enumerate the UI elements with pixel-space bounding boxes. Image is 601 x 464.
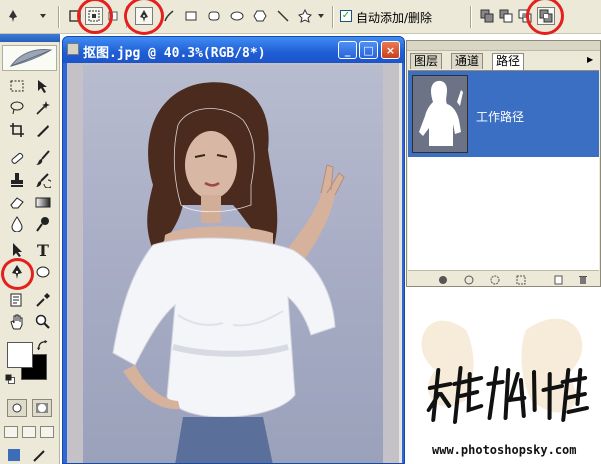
woman-in-white-blouse-photo [112,82,345,463]
dodge-tool-icon[interactable] [32,214,54,234]
tab-paths[interactable]: 路径 [492,53,525,70]
panel-footer [408,270,599,286]
panel-title-bar[interactable] [407,41,600,51]
annotation-ring-pen-tool [124,0,164,35]
tab-channels[interactable]: 通道 [451,53,484,69]
photoshop-screenshot: ✓ 自动添加/删除 T 抠图.jpg @ 40.3%(RGB/8*) _ □ ×… [0,0,601,464]
vertical-scrollbar[interactable] [399,63,402,463]
edit-in-imageready-icon[interactable] [30,446,50,464]
separator [58,6,60,28]
document-window: 抠图.jpg @ 40.3%(RGB/8*) _ □ × [62,36,405,464]
close-button[interactable]: × [381,41,400,59]
annotation-ring-exclude-mode [526,0,564,35]
photoshop-feather-logo[interactable] [2,45,57,71]
path-selection-tool-icon[interactable] [6,240,28,260]
options-bar: ✓ 自动添加/删除 [0,0,601,35]
full-screen-menu-mode-button[interactable] [22,426,36,438]
clone-stamp-tool-icon[interactable] [6,170,28,190]
jump-to-imageready-icon[interactable] [4,446,24,464]
shape-tool-icon[interactable] [32,262,54,282]
path-name: 工作路径 [476,110,525,124]
photoshop-document-icon [67,43,79,55]
watermark-area: www.photoshopsky.com [406,290,601,464]
layers-panel: 图层 通道 路径 ▶ 工作路径 [406,40,601,287]
document-title-bar[interactable]: 抠图.jpg @ 40.3%(RGB/8*) _ □ × [63,37,404,63]
delete-path-icon[interactable] [578,274,588,284]
pen-tool-preset-icon[interactable] [4,7,22,25]
path-row-work-path[interactable]: 工作路径 [408,71,599,157]
history-brush-tool-icon[interactable] [32,170,54,190]
default-colors-icon[interactable] [4,373,16,385]
line-tool-icon[interactable] [274,7,292,25]
eyedropper-tool-icon[interactable] [32,290,54,310]
swap-colors-icon[interactable] [36,339,50,352]
new-path-icon[interactable] [554,274,564,285]
toolbox-title-bar[interactable] [0,34,60,42]
watermark-url: www.photoshopsky.com [432,443,577,457]
tab-layers[interactable]: 图层 [410,53,443,69]
add-to-path-area-icon[interactable] [478,7,496,25]
blur-tool-icon[interactable] [6,214,28,234]
move-tool-icon[interactable] [32,76,54,96]
load-path-as-selection-icon[interactable] [490,274,500,285]
separator [332,6,334,28]
standard-mode-button[interactable] [7,399,27,417]
panel-menu-icon[interactable]: ▶ [587,55,597,65]
magic-wand-tool-icon[interactable] [32,98,54,118]
brush-tool-icon[interactable] [32,148,54,168]
gradient-tool-icon[interactable] [32,192,54,212]
separator [470,6,472,28]
make-work-path-icon[interactable] [516,274,526,285]
fill-path-icon[interactable] [438,274,448,284]
custom-shape-tool-icon[interactable] [296,7,314,25]
ellipse-tool-icon[interactable] [228,7,246,25]
minimize-button[interactable]: _ [338,41,357,59]
zoom-tool-icon[interactable] [32,312,54,332]
polygon-tool-icon[interactable] [251,7,269,25]
foreground-color-swatch[interactable] [7,342,33,368]
full-screen-mode-button[interactable] [40,426,54,438]
marquee-tool-icon[interactable] [6,76,28,96]
notes-tool-icon[interactable] [6,290,28,310]
paths-list: 工作路径 [408,70,599,270]
crop-tool-icon[interactable] [6,120,28,140]
slice-tool-icon[interactable] [32,120,54,140]
toolbox: T [0,34,60,464]
annotation-ring-paths-mode [77,0,113,34]
auto-add-delete-label: 自动添加/删除 [356,11,433,25]
standard-screen-mode-button[interactable] [4,426,18,438]
maximize-button[interactable]: □ [359,41,378,59]
calligraphy-logo [420,360,601,441]
canvas-photo [83,65,383,463]
canvas-area[interactable] [67,63,402,463]
stroke-path-icon[interactable] [464,274,474,285]
type-tool-icon[interactable]: T [32,240,54,260]
path-thumbnail [412,75,468,153]
lasso-tool-icon[interactable] [6,98,28,118]
rectangle-tool-icon[interactable] [182,7,200,25]
hand-tool-icon[interactable] [6,312,28,332]
type-tool-glyph: T [37,240,49,260]
auto-add-delete-checkbox[interactable]: ✓ [340,10,352,22]
quick-mask-mode-button[interactable] [32,399,52,417]
document-title: 抠图.jpg @ 40.3%(RGB/8*) [83,46,266,61]
shape-dropdown-icon[interactable] [316,7,326,25]
healing-brush-tool-icon[interactable] [6,148,28,168]
annotation-ring-toolbox-pen [1,258,34,290]
eraser-tool-icon[interactable] [6,192,28,212]
rounded-rectangle-tool-icon[interactable] [205,7,223,25]
subtract-from-path-area-icon[interactable] [497,7,515,25]
preset-dropdown-icon[interactable] [38,7,48,25]
